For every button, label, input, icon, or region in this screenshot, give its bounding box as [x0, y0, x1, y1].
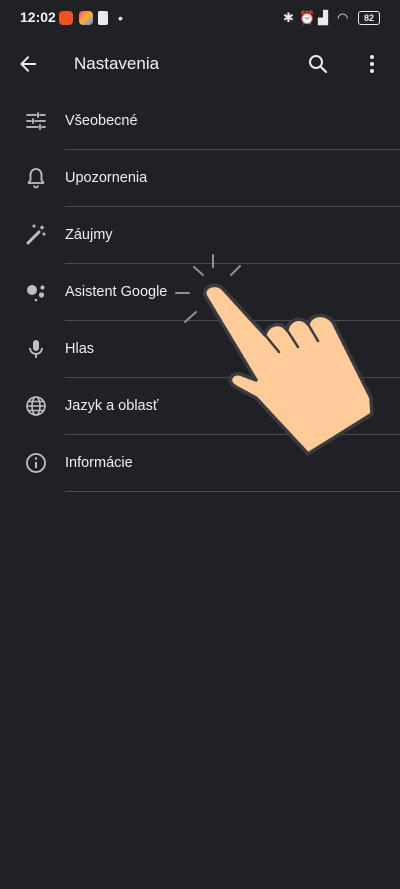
- bluetooth-icon: ✱: [283, 10, 294, 25]
- search-icon[interactable]: [306, 52, 330, 76]
- settings-item-label: Informácie: [65, 455, 133, 471]
- more-options-icon[interactable]: [360, 52, 384, 76]
- clipboard-notification-icon: [98, 11, 108, 25]
- tap-hand-pointer-icon: [175, 254, 374, 456]
- settings-item-label: Jazyk a oblasť: [65, 398, 159, 414]
- back-arrow-icon[interactable]: [16, 52, 40, 76]
- status-bar: 12:02 • ✱ ⏰ ▟ ◠ 82: [0, 0, 400, 36]
- app-bar: Nastavenia: [0, 36, 400, 92]
- info-icon: [26, 453, 46, 473]
- globe-icon: [26, 396, 46, 416]
- settings-item-general[interactable]: Všeobecné: [0, 93, 400, 150]
- tune-icon: [26, 112, 46, 130]
- magic-wand-icon: [26, 224, 46, 245]
- wifi-icon: ◠: [337, 10, 349, 25]
- more-notifications-icon: •: [118, 10, 123, 26]
- photos-notification-icon: [79, 11, 93, 25]
- settings-item-label: Hlas: [65, 341, 95, 357]
- app-notification-icon: [59, 11, 73, 25]
- status-time: 12:02: [20, 9, 56, 25]
- settings-item-label: Všeobecné: [65, 113, 138, 129]
- settings-item-label: Asistent Google: [65, 284, 168, 300]
- microphone-icon: [29, 340, 43, 358]
- signal-icon: ▟: [318, 10, 328, 25]
- alarm-off-icon: ⏰: [299, 10, 316, 25]
- settings-item-notifications[interactable]: Upozornenia: [0, 150, 400, 207]
- google-assistant-icon: [27, 285, 45, 302]
- settings-item-label: Záujmy: [65, 227, 113, 243]
- divider: [65, 491, 400, 492]
- page-title: Nastavenia: [74, 54, 160, 73]
- bell-icon: [27, 168, 45, 189]
- battery-icon: 82: [358, 11, 380, 25]
- settings-item-label: Upozornenia: [65, 170, 148, 186]
